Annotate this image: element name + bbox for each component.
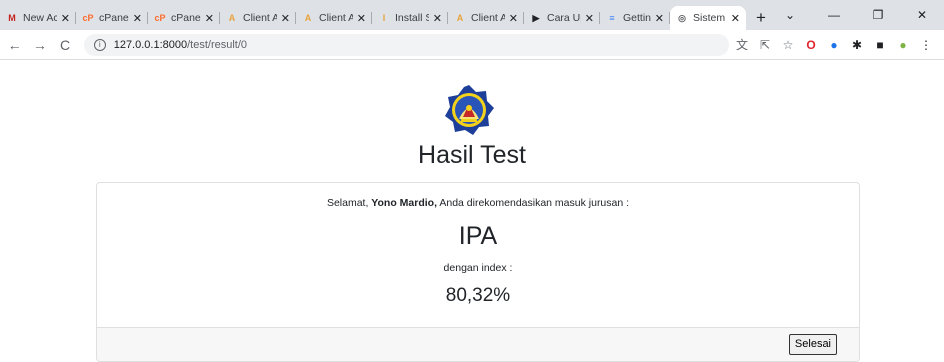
side-panel-icon[interactable]: ■: [870, 38, 890, 52]
install-icon: I: [382, 13, 386, 23]
client-app-icon: A: [456, 13, 464, 23]
reload-icon[interactable]: C: [54, 37, 75, 53]
school-logo: [445, 85, 494, 135]
recommended-major: IPA: [458, 222, 498, 250]
browser-tab[interactable]: A Client A ✕: [220, 6, 296, 30]
browser-tab[interactable]: I Install S ✕: [372, 6, 448, 30]
tab-close-icon[interactable]: ✕: [585, 12, 594, 25]
tab-title: Cara Up: [547, 12, 581, 24]
tab-close-icon[interactable]: ✕: [655, 12, 664, 25]
info-icon[interactable]: i: [93, 38, 106, 51]
browser-tab[interactable]: ▶ Cara Up ✕: [524, 6, 600, 30]
tab-title: Client A: [471, 12, 505, 24]
browser-tab[interactable]: cP cPanel - ✕: [76, 6, 148, 30]
page-content: Hasil Test Selamat, Yono Mardio, Anda di…: [0, 61, 944, 362]
tab-close-icon[interactable]: ✕: [731, 12, 740, 25]
menu-kebab-icon[interactable]: ⋮: [916, 38, 936, 52]
tab-title: Getting: [623, 12, 651, 24]
browser-tab[interactable]: A Client A ✕: [296, 6, 372, 30]
browser-tab[interactable]: ◎ Sistem ✕: [670, 6, 746, 30]
cpanel-icon: cP: [82, 13, 94, 23]
youtube-icon: ▶: [532, 12, 540, 23]
docs-icon: ≡: [609, 13, 615, 23]
browser-tab[interactable]: A Client A ✕: [448, 6, 524, 30]
student-name: Yono Mardio,: [371, 197, 438, 209]
browser-tab[interactable]: ≡ Getting ✕: [600, 6, 670, 30]
tab-close-icon[interactable]: ✕: [133, 12, 142, 25]
result-card-footer: Selesai: [97, 327, 859, 361]
tab-title: cPanel -: [171, 12, 201, 24]
tab-search-icon[interactable]: ⌄: [768, 8, 812, 22]
tab-title: Client A: [243, 12, 277, 24]
tab-title: Sistem: [693, 12, 726, 24]
tab-close-icon[interactable]: ✕: [357, 12, 366, 25]
tab-close-icon[interactable]: ✕: [281, 12, 290, 25]
translate-icon[interactable]: 文: [732, 36, 752, 53]
address-bar-row: ← → C i 127.0.0.1:8000/test/result/0 文 ⇱…: [0, 30, 944, 60]
extensions-puzzle-icon[interactable]: ✱: [847, 38, 867, 52]
minimize-icon[interactable]: —: [812, 8, 856, 22]
globe-icon: ◎: [678, 12, 686, 23]
tab-title: Client A: [319, 12, 353, 24]
cpanel-icon: cP: [154, 13, 166, 23]
tab-close-icon[interactable]: ✕: [205, 12, 214, 25]
close-window-icon[interactable]: ✕: [900, 8, 944, 22]
restore-icon[interactable]: ❐: [856, 8, 900, 22]
opera-extension-icon[interactable]: O: [801, 38, 821, 52]
url-path: /test/result/0: [187, 38, 248, 51]
tab-title: cPanel -: [99, 12, 129, 24]
result-card-body: Selamat, Yono Mardio, Anda direkomendasi…: [97, 197, 859, 307]
back-icon[interactable]: ←: [4, 37, 25, 53]
browser-tab[interactable]: cP cPanel - ✕: [148, 6, 220, 30]
tab-title: New Acc: [23, 12, 57, 24]
index-label: dengan index :: [443, 262, 513, 274]
address-input[interactable]: i 127.0.0.1:8000/test/result/0: [83, 33, 729, 56]
gmail-icon: M: [8, 13, 16, 23]
bookmark-star-icon[interactable]: ☆: [778, 38, 798, 52]
message-prefix: Selamat,: [326, 197, 372, 209]
result-card: Selamat, Yono Mardio, Anda direkomendasi…: [96, 182, 860, 362]
result-message: Selamat, Yono Mardio, Anda direkomendasi…: [97, 197, 859, 209]
client-app-icon: A: [304, 13, 312, 23]
client-app-icon: A: [228, 13, 236, 23]
url-host: 127.0.0.1:8000: [113, 38, 188, 51]
message-suffix: Anda direkomendasikan masuk jurusan :: [437, 197, 630, 209]
browser-tab[interactable]: M New Acc ✕: [0, 6, 76, 30]
profile-avatar-icon[interactable]: ●: [893, 38, 913, 52]
window-controls: ⌄ — ❐ ✕: [768, 0, 944, 30]
forward-icon[interactable]: →: [29, 37, 50, 53]
page-title: Hasil Test: [418, 141, 526, 169]
share-icon[interactable]: ⇱: [755, 38, 775, 52]
tab-close-icon[interactable]: ✕: [509, 12, 518, 25]
color-extension-icon[interactable]: ●: [824, 38, 844, 52]
index-value: 80,32%: [445, 285, 511, 306]
tab-close-icon[interactable]: ✕: [61, 12, 70, 25]
finish-button[interactable]: Selesai: [788, 334, 837, 355]
tab-title: Install S: [395, 12, 429, 24]
tab-close-icon[interactable]: ✕: [433, 12, 442, 25]
